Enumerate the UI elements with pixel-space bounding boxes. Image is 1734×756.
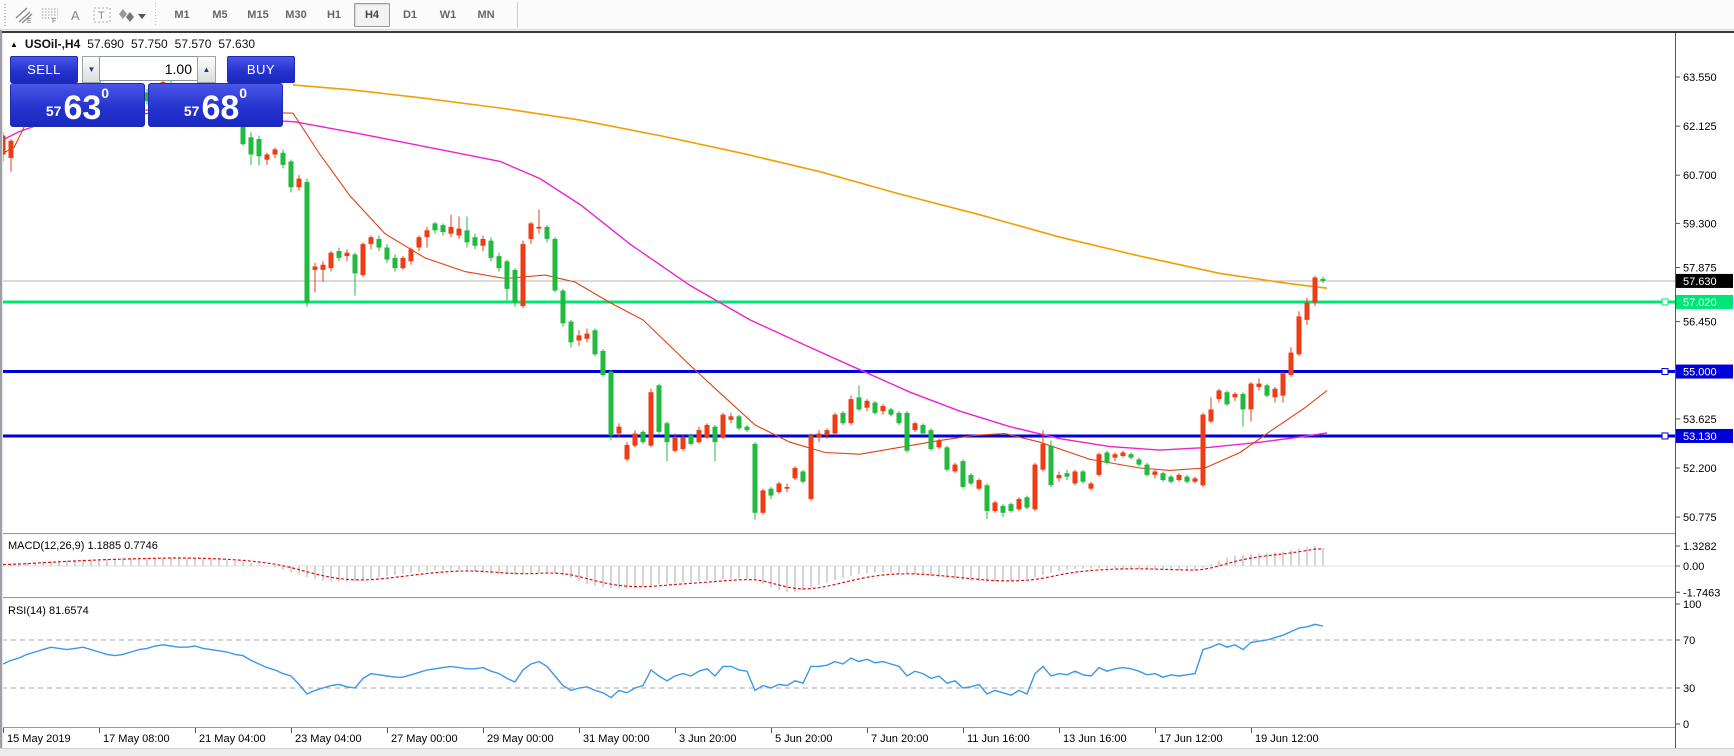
macd-label: MACD(12,26,9) 1.1885 0.7746 <box>8 540 158 552</box>
time-tick-label: 11 Jun 16:00 <box>967 733 1030 745</box>
time-tick-label: 19 Jun 12:00 <box>1255 733 1319 745</box>
price-axis[interactable]: 63.550 62.125 60.700 59.300 57.875 56.450 53.6… <box>1675 33 1734 748</box>
level-line-handle[interactable] <box>1661 432 1669 440</box>
time-tick-label: 29 May 00:00 <box>487 733 554 745</box>
time-tick-label: 23 May 04:00 <box>295 733 362 745</box>
status-strip <box>0 748 1734 756</box>
price-badge-label: 53.130 <box>1683 431 1717 443</box>
price-tick-label: 56.450 <box>1683 317 1717 329</box>
price-tick-label: 52.200 <box>1683 463 1717 475</box>
time-tick-label: 5 Jun 20:00 <box>775 733 833 745</box>
sell-button[interactable]: SELL <box>10 56 78 83</box>
rsi-scale-label: 30 <box>1683 683 1695 695</box>
ohlc-high: 57.750 <box>130 37 168 51</box>
price-tick-label: 59.300 <box>1683 218 1717 230</box>
buy-price-sup: 0 <box>239 85 248 101</box>
buy-button[interactable]: BUY <box>227 56 295 83</box>
price-badge-label: 55.000 <box>1683 367 1717 379</box>
sell-price-big: 63 <box>63 89 102 127</box>
volume-input[interactable] <box>99 56 199 81</box>
price-badge-label: 57.630 <box>1683 276 1717 288</box>
macd-scale-label: 0.00 <box>1683 561 1704 573</box>
ohlc-close: 57.630 <box>218 37 256 51</box>
price-tick-label: 63.550 <box>1683 72 1717 84</box>
time-tick-label: 7 Jun 20:00 <box>871 733 929 745</box>
time-tick-label: 21 May 04:00 <box>199 733 266 745</box>
price-tick-label: 57.875 <box>1683 263 1717 275</box>
time-tick-label: 3 Jun 20:00 <box>679 733 737 745</box>
time-tick-label: 17 Jun 12:00 <box>1159 733 1223 745</box>
chart-title: ▲ USOil-,H4 57.690 57.750 57.570 57.630 <box>10 37 255 51</box>
level-line-handle[interactable] <box>1661 298 1669 306</box>
price-tick-label: 50.775 <box>1683 512 1717 524</box>
symbol-label: USOil-,H4 <box>24 37 81 51</box>
macd-scale-label: -1.7463 <box>1683 587 1720 599</box>
ohlc-open: 57.690 <box>87 37 124 51</box>
time-tick-label: 31 May 00:00 <box>583 733 650 745</box>
collapse-arrow-icon[interactable]: ▲ <box>10 40 18 49</box>
volume-increase-button[interactable]: ▲ <box>197 56 216 83</box>
sell-price-small: 57 <box>45 103 62 119</box>
rsi-scale-label: 0 <box>1683 719 1689 731</box>
buy-price-big: 68 <box>201 89 240 127</box>
mt4-window: E F A T M1 M5 M15 M30 H1 H4 D1 W1 MN 63.… <box>0 0 1734 756</box>
rsi-scale-label: 100 <box>1683 599 1701 611</box>
time-tick-label: 13 Jun 16:00 <box>1063 733 1127 745</box>
time-tick-label: 15 May 2019 <box>7 733 71 745</box>
ohlc-low: 57.570 <box>174 37 212 51</box>
macd-scale-label: 1.3282 <box>1683 541 1717 553</box>
rsi-label: RSI(14) 81.6574 <box>8 605 89 617</box>
one-click-trade-panel: SELL ▼ ▲ BUY 57 63 0 57 68 0 <box>10 56 295 127</box>
price-tick-label: 53.625 <box>1683 414 1717 426</box>
rsi-scale-label: 70 <box>1683 635 1695 647</box>
time-tick-label: 17 May 08:00 <box>103 733 170 745</box>
sell-price-box[interactable]: 57 63 0 <box>10 83 145 127</box>
price-tick-label: 60.700 <box>1683 170 1717 182</box>
price-tick-label: 62.125 <box>1683 121 1717 133</box>
sell-price-sup: 0 <box>101 85 110 101</box>
buy-price-box[interactable]: 57 68 0 <box>148 83 283 127</box>
time-tick-label: 27 May 00:00 <box>391 733 458 745</box>
window-left-edge-highlight <box>2 33 3 748</box>
buy-price-small: 57 <box>183 103 200 119</box>
price-badge-label: 57.020 <box>1683 297 1717 309</box>
level-line-handle[interactable] <box>1661 368 1669 376</box>
